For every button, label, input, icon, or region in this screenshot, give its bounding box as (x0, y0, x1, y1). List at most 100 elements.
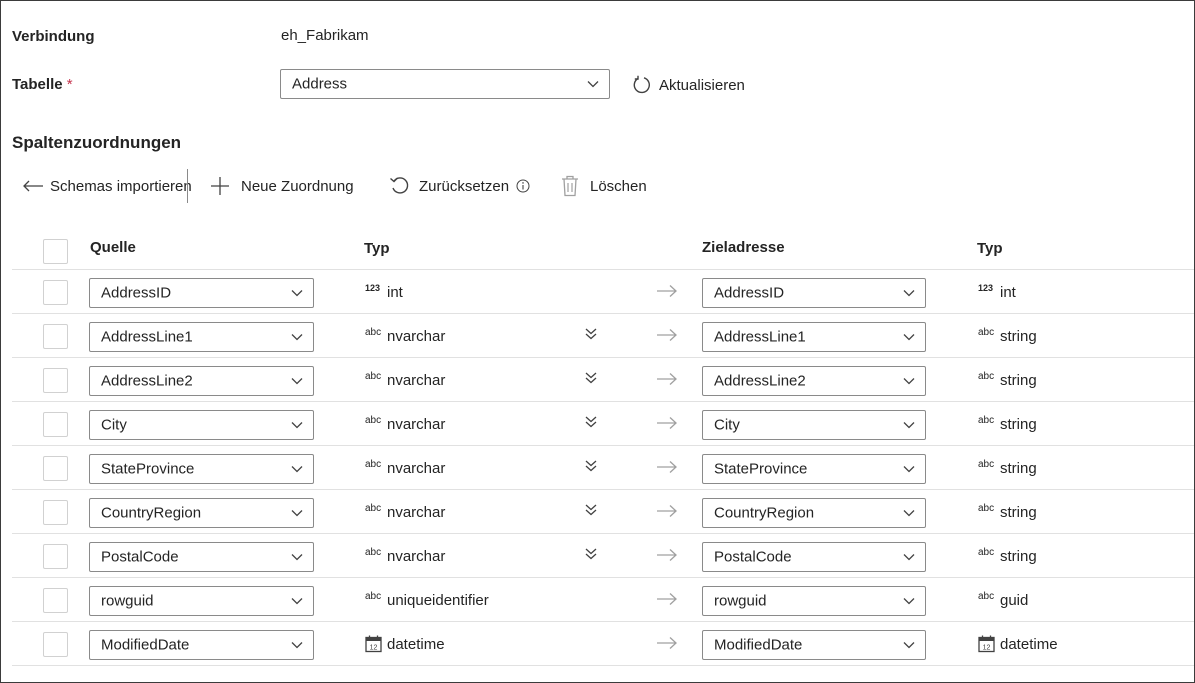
svg-text:12: 12 (370, 645, 378, 652)
reset-button[interactable]: Zurücksetzen (389, 174, 530, 198)
chevron-double-down-icon[interactable] (584, 327, 598, 341)
chevron-down-icon (903, 422, 915, 429)
source-column-select[interactable]: ModifiedDate (89, 630, 314, 660)
source-column-select[interactable]: CountryRegion (89, 498, 314, 528)
table-row: AddressLine1 abc nvarchar AddressLine1 abc st… (1, 314, 1194, 358)
table-row: AddressID 123 int AddressID 123 int (1, 270, 1194, 314)
row-checkbox[interactable] (43, 280, 68, 305)
source-column-value: AddressLine1 (101, 328, 193, 346)
source-column-select[interactable]: PostalCode (89, 542, 314, 572)
type-glyph-icon: abc (365, 414, 382, 426)
destination-column-value: AddressLine1 (714, 328, 806, 346)
type-glyph-icon: abc (365, 326, 382, 338)
source-type-label: nvarchar (387, 547, 446, 565)
connection-label: Verbindung (12, 28, 95, 45)
destination-type-label: string (1000, 547, 1037, 565)
source-column-select[interactable]: AddressID (89, 278, 314, 308)
row-checkbox[interactable] (43, 456, 68, 481)
source-type: 123 int (365, 282, 403, 302)
arrow-right-icon (657, 505, 677, 517)
import-schemas-button[interactable]: Schemas importieren (22, 174, 192, 198)
table-label: Tabelle * (12, 76, 73, 93)
table-row: ModifiedDate 12 datetime ModifiedDate 12 date… (1, 622, 1194, 666)
chevron-double-down-icon[interactable] (584, 547, 598, 561)
source-type-label: int (387, 283, 403, 301)
destination-column-select[interactable]: rowguid (702, 586, 926, 616)
destination-column-select[interactable]: StateProvince (702, 454, 926, 484)
chevron-down-icon (291, 466, 303, 473)
type-glyph-icon: abc (365, 546, 382, 558)
svg-text:12: 12 (983, 645, 991, 652)
arrow-left-icon (23, 180, 43, 192)
type-glyph-icon: abc (365, 458, 382, 470)
row-checkbox[interactable] (43, 632, 68, 657)
row-checkbox[interactable] (43, 368, 68, 393)
source-column-value: AddressID (101, 284, 172, 302)
destination-column-value: StateProvince (714, 460, 808, 478)
chevron-down-icon (903, 334, 915, 341)
trash-icon (562, 175, 578, 197)
source-column-select[interactable]: rowguid (89, 586, 314, 616)
source-type: 12 datetime (365, 634, 445, 654)
destination-type: abc string (978, 458, 1037, 478)
info-icon[interactable] (516, 179, 530, 193)
destination-column-select[interactable]: City (702, 410, 926, 440)
new-mapping-label: Neue Zuordnung (241, 177, 354, 195)
destination-column-select[interactable]: AddressID (702, 278, 926, 308)
destination-type: abc string (978, 502, 1037, 522)
table-row: City abc nvarchar City abc string (1, 402, 1194, 446)
chevron-double-down-icon[interactable] (584, 459, 598, 473)
row-checkbox[interactable] (43, 500, 68, 525)
required-mark: * (66, 76, 73, 93)
destination-type: abc guid (978, 590, 1028, 610)
row-checkbox[interactable] (43, 412, 68, 437)
destination-column-select[interactable]: AddressLine1 (702, 322, 926, 352)
calendar-icon: 12 (978, 635, 995, 653)
row-checkbox[interactable] (43, 588, 68, 613)
destination-type-label: string (1000, 327, 1037, 345)
chevron-down-icon (291, 642, 303, 649)
refresh-button[interactable]: Aktualisieren (632, 73, 745, 97)
source-type-label: nvarchar (387, 459, 446, 477)
destination-column-value: City (714, 416, 740, 434)
header-source-type: Typ (364, 240, 390, 257)
type-glyph-icon: abc (365, 502, 382, 514)
table-select[interactable]: Address (280, 69, 610, 99)
destination-type: 12 datetime (978, 634, 1058, 654)
destination-column-select[interactable]: CountryRegion (702, 498, 926, 528)
source-column-value: ModifiedDate (101, 636, 190, 654)
new-mapping-button[interactable]: Neue Zuordnung (209, 174, 354, 198)
select-all-checkbox[interactable] (43, 239, 68, 264)
row-divider (12, 665, 1194, 666)
destination-type-label: string (1000, 415, 1037, 433)
refresh-icon (633, 75, 650, 94)
source-column-select[interactable]: AddressLine2 (89, 366, 314, 396)
source-type: abc uniqueidentifier (365, 590, 489, 610)
chevron-down-icon (291, 554, 303, 561)
source-column-select[interactable]: City (89, 410, 314, 440)
table-row: rowguid abc uniqueidentifier rowguid abc guid (1, 578, 1194, 622)
chevron-down-icon (291, 378, 303, 385)
toolbar-divider (187, 169, 188, 203)
source-column-value: rowguid (101, 592, 154, 610)
row-checkbox[interactable] (43, 544, 68, 569)
source-column-select[interactable]: StateProvince (89, 454, 314, 484)
mappings-title: Spaltenzuordnungen (12, 133, 182, 152)
delete-button[interactable]: Löschen (560, 174, 647, 198)
source-type-label: nvarchar (387, 415, 446, 433)
destination-column-select[interactable]: AddressLine2 (702, 366, 926, 396)
row-checkbox[interactable] (43, 324, 68, 349)
type-glyph-icon: abc (365, 590, 382, 602)
source-column-select[interactable]: AddressLine1 (89, 322, 314, 352)
destination-column-select[interactable]: PostalCode (702, 542, 926, 572)
destination-column-value: PostalCode (714, 548, 792, 566)
chevron-double-down-icon[interactable] (584, 371, 598, 385)
source-type: abc nvarchar (365, 458, 445, 478)
undo-icon (390, 177, 409, 194)
calendar-icon: 12 (365, 635, 382, 653)
chevron-double-down-icon[interactable] (584, 415, 598, 429)
destination-column-value: ModifiedDate (714, 636, 803, 654)
chevron-double-down-icon[interactable] (584, 503, 598, 517)
destination-column-select[interactable]: ModifiedDate (702, 630, 926, 660)
destination-type: 123 int (978, 282, 1016, 302)
